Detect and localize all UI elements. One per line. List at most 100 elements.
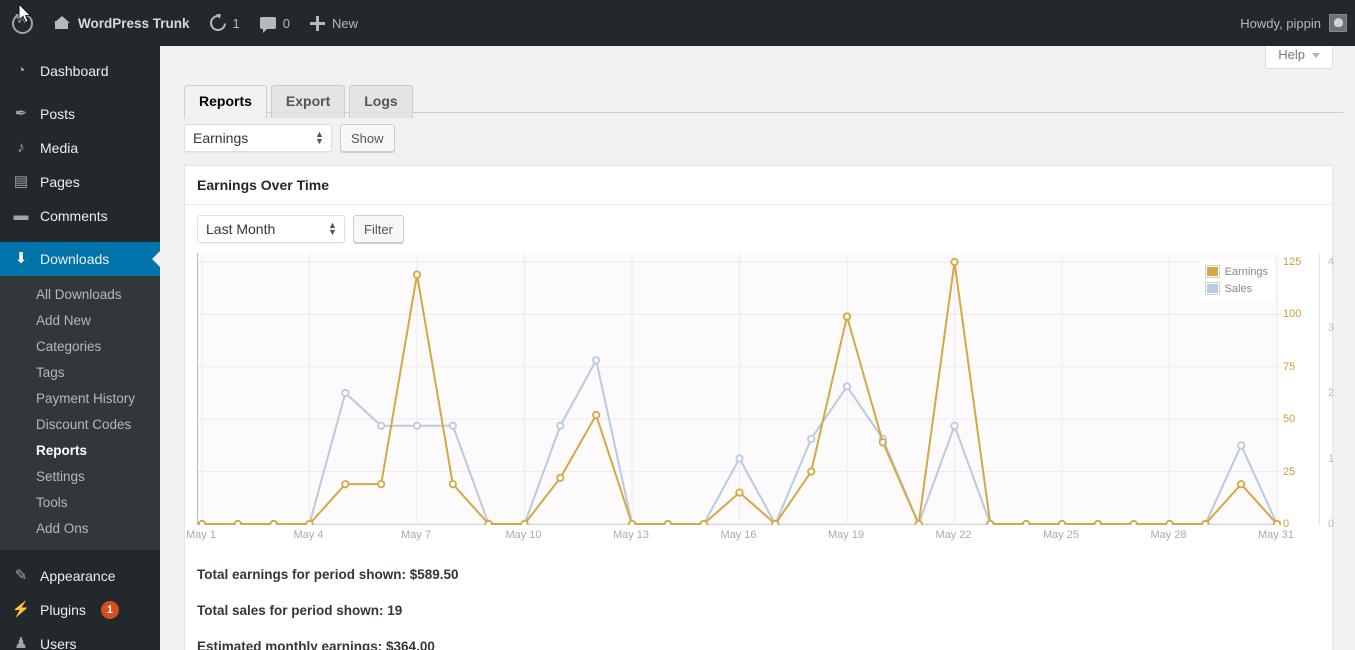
earnings-chart[interactable]: Earnings Sales 0 25 50 75 100 125 01234 May 1… <box>186 253 1334 553</box>
date-range-value: Last Month <box>206 221 276 237</box>
admin-sidebar-menu: ◔ Dashboard ✒ Posts ♪ Media ▤ Pages ▬ Co… <box>0 46 160 650</box>
sidebar-item-dashboard[interactable]: ◔ Dashboard <box>0 54 160 88</box>
legend-swatch-earnings <box>1204 265 1220 278</box>
pages-icon: ▤ <box>13 173 29 190</box>
report-summary: Total earnings for period shown: $589.50… <box>197 567 1320 650</box>
sidebar-item-label: Media <box>40 140 79 156</box>
select-spinner-icon: ▲ ▼ <box>328 220 337 237</box>
legend-swatch-sales <box>1204 282 1220 295</box>
report-type-select[interactable]: Earnings ▲ ▼ <box>184 124 332 152</box>
tab-export[interactable]: Export <box>270 85 346 118</box>
site-name-button[interactable]: WordPress Trunk <box>44 0 200 46</box>
sidebar-item-downloads[interactable]: ⬇ Downloads <box>0 242 160 276</box>
plus-icon <box>310 15 326 31</box>
submenu-item-tags[interactable]: Tags <box>0 360 160 386</box>
y-axis-sales: 0 1 2 3 4 <box>1319 253 1353 530</box>
downloads-submenu: All Downloads Add New Categories Tags Pa… <box>0 276 160 550</box>
sidebar-item-label: Pages <box>40 174 80 190</box>
sidebar-item-users[interactable]: ♟ Users <box>0 627 160 650</box>
x-tick-label: May 10 <box>505 529 542 541</box>
appearance-icon: ✎ <box>14 567 28 584</box>
panel-title: Earnings Over Time <box>185 166 1332 205</box>
y-tick-earnings: 125 <box>1283 256 1302 268</box>
y-tick-earnings: 75 <box>1283 360 1296 373</box>
mouse-cursor <box>18 3 32 24</box>
sidebar-item-label: Appearance <box>40 568 116 584</box>
submenu-item-add-new[interactable]: Add New <box>0 308 160 334</box>
y-tick-sales: 4 <box>1328 256 1335 268</box>
date-range-controls: Last Month ▲ ▼ Filter <box>197 215 1320 243</box>
updates-button[interactable]: 1 <box>200 0 250 46</box>
new-content-button[interactable]: New <box>300 0 368 46</box>
comments-icon: ▬ <box>13 207 29 224</box>
menu-separator <box>0 233 160 242</box>
sidebar-item-comments[interactable]: ▬ Comments <box>0 199 160 233</box>
sidebar-item-appearance[interactable]: ✎ Appearance <box>0 559 160 593</box>
tab-reports[interactable]: Reports <box>184 85 267 119</box>
sidebar-item-label: Users <box>40 636 77 650</box>
new-label: New <box>332 15 359 31</box>
x-tick-label: May 31 <box>1257 529 1295 541</box>
show-button[interactable]: Show <box>340 124 395 152</box>
sidebar-item-media[interactable]: ♪ Media <box>0 131 160 165</box>
help-tab-button[interactable]: Help <box>1265 46 1333 69</box>
x-tick-label: May 4 <box>293 529 324 541</box>
date-range-select[interactable]: Last Month ▲ ▼ <box>197 215 345 243</box>
report-type-controls: Earnings ▲ ▼ Show <box>184 124 1355 152</box>
sidebar-item-label: Posts <box>40 106 76 122</box>
x-tick-label: May 16 <box>720 529 757 541</box>
submenu-item-categories[interactable]: Categories <box>0 334 160 360</box>
x-tick-label: May 19 <box>827 529 865 541</box>
y-tick-sales: 3 <box>1328 321 1335 334</box>
comments-button[interactable]: 0 <box>250 0 300 46</box>
filter-button[interactable]: Filter <box>353 215 404 243</box>
submenu-item-tools[interactable]: Tools <box>0 490 160 516</box>
submenu-item-settings[interactable]: Settings <box>0 464 160 490</box>
comments-icon <box>259 17 276 33</box>
media-icon: ♪ <box>17 139 25 156</box>
sidebar-item-label: Comments <box>40 208 108 224</box>
howdy-label: Howdy, pippin <box>1240 15 1321 31</box>
sidebar-item-label: Plugins <box>40 602 86 618</box>
users-icon: ♟ <box>14 635 28 650</box>
chart-legend: Earnings Sales <box>1199 259 1274 301</box>
y-tick-earnings: 100 <box>1283 308 1302 321</box>
help-label: Help <box>1278 47 1305 62</box>
sidebar-item-plugins[interactable]: ⚡ Plugins 1 <box>0 593 160 627</box>
plugins-update-badge: 1 <box>100 601 119 619</box>
avatar <box>1329 14 1347 32</box>
report-type-value: Earnings <box>193 130 249 146</box>
account-area[interactable]: Howdy, pippin <box>1240 14 1355 32</box>
legend-item-earnings: Earnings <box>1204 263 1268 280</box>
site-name-label: WordPress Trunk <box>78 15 190 31</box>
main-content: Help Reports Export Logs Earnings ▲ ▼ Show … <box>160 46 1355 650</box>
menu-separator <box>0 88 160 97</box>
y-tick-sales: 2 <box>1328 387 1335 399</box>
panel-body: Last Month ▲ ▼ Filter Earnings Sales 0 2… <box>185 205 1334 650</box>
x-tick-label: May 1 <box>186 529 216 541</box>
sidebar-item-posts[interactable]: ✒ Posts <box>0 97 160 131</box>
chevron-down-icon <box>1312 53 1320 59</box>
tab-logs[interactable]: Logs <box>349 85 413 118</box>
submenu-item-add-ons[interactable]: Add Ons <box>0 516 160 542</box>
select-spinner-icon: ▲ ▼ <box>315 129 324 146</box>
submenu-item-all-downloads[interactable]: All Downloads <box>0 282 160 308</box>
downloads-icon: ⬇ <box>14 250 28 267</box>
y-axis-earnings: 0 25 50 75 100 125 <box>1283 253 1317 530</box>
submenu-item-reports[interactable]: Reports <box>0 438 160 464</box>
plugins-icon: ⚡ <box>11 601 31 618</box>
x-tick-label: May 7 <box>401 529 431 541</box>
submenu-item-discount-codes[interactable]: Discount Codes <box>0 412 160 438</box>
x-axis-labels: May 1 May 4 May 7 May 10 May 13 May 16 May 19 M… <box>186 529 1294 549</box>
chart-svg <box>198 253 1281 525</box>
help-row: Help <box>160 46 1355 76</box>
sidebar-item-pages[interactable]: ▤ Pages <box>0 165 160 199</box>
pin-icon: ✒ <box>14 105 28 122</box>
sidebar-item-label: Downloads <box>40 251 110 267</box>
x-tick-label: May 28 <box>1150 529 1187 541</box>
legend-label-earnings: Earnings <box>1224 265 1268 278</box>
legend-item-sales: Sales <box>1204 280 1268 297</box>
summary-total-earnings: Total earnings for period shown: $589.50 <box>197 567 459 582</box>
submenu-item-payment-history[interactable]: Payment History <box>0 386 160 412</box>
summary-total-sales: Total sales for period shown: 19 <box>197 603 403 618</box>
